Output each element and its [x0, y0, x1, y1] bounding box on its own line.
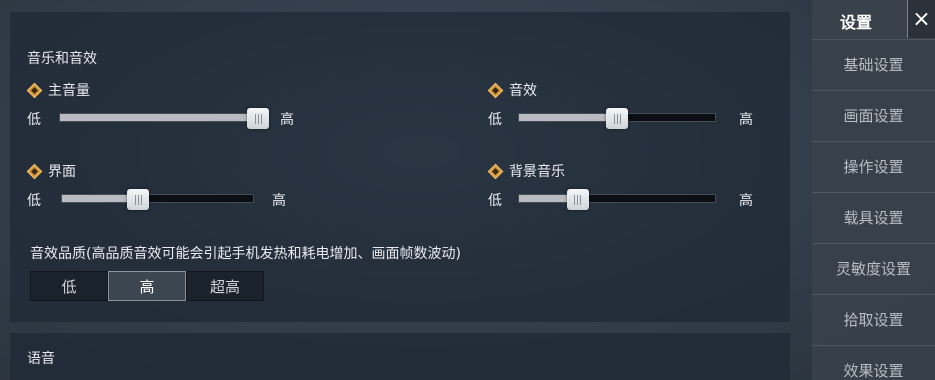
slider-max-label: 高	[280, 112, 294, 128]
diamond-icon	[26, 163, 43, 179]
slider-thumb[interactable]	[127, 189, 150, 210]
slider-max-label: 高	[272, 193, 286, 209]
sidebar-item-effects[interactable]: 效果设置	[812, 345, 935, 380]
close-icon[interactable]: ×	[907, 0, 935, 38]
slider-max-label: 高	[739, 193, 753, 209]
sidebar-item-controls[interactable]: 操作设置	[812, 141, 935, 191]
sidebar-title: 设置	[840, 13, 873, 32]
diamond-icon	[26, 82, 43, 98]
slider-fill	[60, 114, 258, 121]
voice-settings-panel: 语音	[10, 333, 790, 380]
slider-thumb[interactable]	[566, 189, 589, 210]
slider-label: 主音量	[48, 83, 90, 99]
sidebar-item-vehicle[interactable]: 载具设置	[812, 192, 935, 242]
slider-min-label: 低	[488, 112, 502, 128]
slider-fill	[519, 114, 617, 121]
diamond-icon	[487, 163, 504, 179]
slider-label: 音效	[509, 83, 537, 99]
diamond-icon	[487, 82, 504, 98]
sidebar-item-basic[interactable]: 基础设置	[812, 39, 935, 89]
sidebar-item-graphics[interactable]: 画面设置	[812, 90, 935, 140]
slider-max-label: 高	[739, 112, 753, 128]
slider-label: 界面	[48, 164, 76, 180]
slider-thumb[interactable]	[247, 108, 269, 129]
slider-min-label: 低	[488, 193, 502, 209]
sidebar-item-sensitivity[interactable]: 灵敏度设置	[812, 243, 935, 293]
slider-min-label: 低	[27, 112, 41, 128]
slider-track[interactable]	[518, 189, 716, 210]
sidebar-header: 设置 ×	[812, 0, 935, 38]
sidebar-item-pickup[interactable]: 拾取设置	[812, 294, 935, 344]
slider-thumb[interactable]	[606, 108, 628, 129]
slider-track[interactable]	[61, 189, 254, 210]
slider-track[interactable]	[518, 108, 716, 129]
slider-group-sfx: 音效 低 高	[487, 80, 758, 130]
slider-group-master: 主音量 低 高	[26, 80, 297, 130]
settings-sidebar: 设置 × 基础设置 画面设置 操作设置 载具设置 灵敏度设置 拾取设置 效果设置	[812, 0, 935, 380]
audio-quality-selector: 低 高 超高	[30, 271, 264, 301]
quality-high-button[interactable]: 高	[108, 271, 186, 301]
slider-group-bgm: 背景音乐 低 高	[487, 161, 758, 211]
quality-low-button[interactable]: 低	[30, 271, 108, 301]
slider-label: 背景音乐	[509, 164, 565, 180]
audio-settings-panel: 音乐和音效 主音量 低 高 音效 低 高 界面 低 高 背景音乐 低 高 音效品…	[10, 12, 790, 322]
slider-min-label: 低	[27, 193, 41, 209]
audio-quality-label: 音效品质(高品质音效可能会引起手机发热和耗电增加、画面帧数波动)	[30, 246, 461, 262]
slider-group-ui: 界面 低 高	[26, 161, 297, 211]
section-title-voice: 语音	[27, 351, 55, 367]
quality-ultra-button[interactable]: 超高	[186, 271, 264, 301]
section-title-audio: 音乐和音效	[27, 51, 97, 67]
slider-track[interactable]	[59, 108, 269, 129]
